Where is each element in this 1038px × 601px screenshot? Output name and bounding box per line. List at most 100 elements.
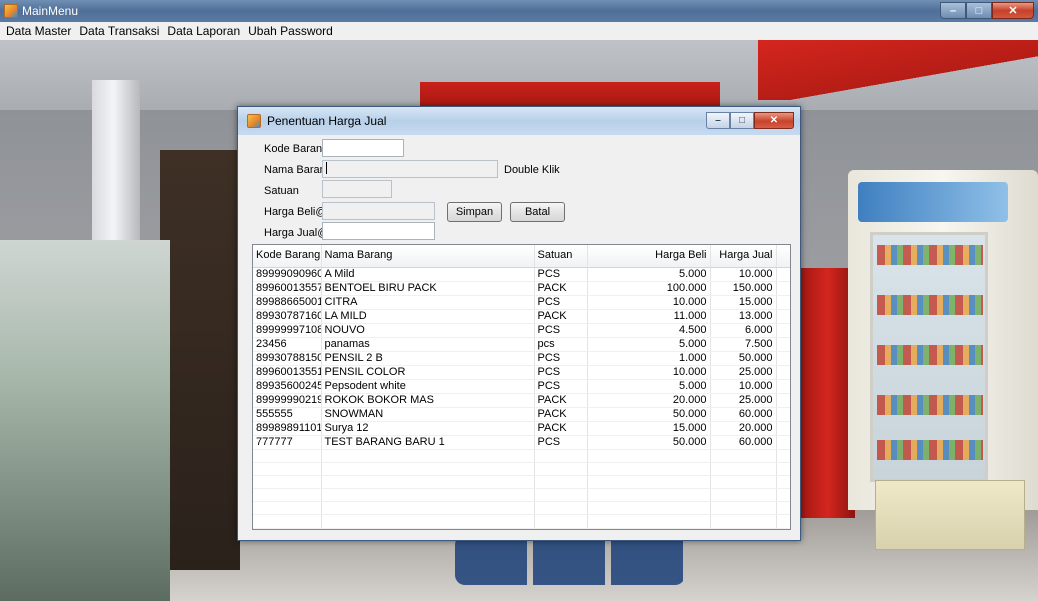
menu-ubah-password[interactable]: Ubah Password: [244, 24, 337, 38]
scene-fridge-row: [877, 295, 983, 315]
empty-cell: [587, 514, 711, 529]
table-row[interactable]: 8999999021986ROKOK BOKOR MASPACK20.00025…: [253, 393, 790, 408]
menu-data-transaksi[interactable]: Data Transaksi: [75, 24, 163, 38]
harga-jual-grid[interactable]: Kode Barang Nama Barang Satuan Harga Bel…: [252, 244, 791, 530]
empty-table-row: [253, 514, 790, 529]
column-header-harga-jual[interactable]: Harga Jual: [710, 245, 777, 268]
cell-kode-barang: 8993560024550: [253, 379, 322, 394]
table-row[interactable]: 8996001355756BENTOEL BIRU PACKPACK100.00…: [253, 281, 790, 296]
cell-harga-jual: 60.000: [710, 435, 777, 450]
empty-cell: [776, 475, 790, 490]
cell-nama-barang: NOUVO: [321, 323, 535, 338]
table-row[interactable]: 8996001355176PENSIL COLORPCS10.00025.000: [253, 365, 790, 380]
cell-kode-barang: 8999999021986: [253, 393, 322, 408]
table-row[interactable]: 8993560024550Pepsodent whitePCS5.00010.0…: [253, 379, 790, 394]
batal-button[interactable]: Batal: [510, 202, 565, 222]
table-row[interactable]: 8998989110129Surya 12PACK15.00020.000: [253, 421, 790, 436]
maximize-icon[interactable]: □: [966, 2, 992, 19]
table-row[interactable]: 8993078716008LA MILDPACK11.00013.000: [253, 309, 790, 324]
cell-harga-beli: 20.000: [587, 393, 711, 408]
cell-filler: [776, 365, 790, 380]
app-icon: [247, 114, 261, 128]
scene-fridge-row: [877, 345, 983, 365]
cell-satuan: PCS: [534, 365, 588, 380]
menu-bar: Data Master Data Transaksi Data Laporan …: [0, 22, 1038, 40]
minimize-icon[interactable]: –: [940, 2, 966, 19]
scene-left-shelf: [0, 240, 170, 601]
empty-table-row: [253, 475, 790, 490]
harga-beli-input[interactable]: [322, 202, 435, 220]
maximize-icon[interactable]: □: [730, 112, 754, 129]
cell-satuan: PCS: [534, 267, 588, 282]
cell-nama-barang: TEST BARANG BARU 1: [321, 435, 535, 450]
cell-filler: [776, 407, 790, 422]
table-row[interactable]: 777777 TEST BARANG BARU 1 PCS 50.000 60.000: [253, 435, 790, 450]
empty-cell: [710, 488, 777, 503]
cell-filler: [776, 295, 790, 310]
empty-cell: [587, 449, 711, 463]
empty-cell: [534, 514, 588, 529]
table-row[interactable]: 23456 panamas pcs 5.000 7.500: [253, 337, 790, 352]
table-row[interactable]: 8999909096004A MildPCS5.00010.000: [253, 267, 790, 282]
table-row[interactable]: 8998866500180CITRAPCS10.00015.000: [253, 295, 790, 310]
cell-harga-beli: 15.000: [587, 421, 711, 436]
cell-harga-jual: 10.000: [710, 379, 777, 394]
harga-jual-input[interactable]: [322, 222, 435, 240]
penentuan-harga-jual-dialog: Penentuan Harga Jual – □ ✕ Kode Barang N…: [237, 106, 801, 541]
minimize-icon[interactable]: –: [706, 112, 730, 129]
cell-filler: [776, 323, 790, 338]
empty-cell: [253, 462, 322, 476]
cell-kode-barang: 8996001355756: [253, 281, 322, 296]
app-icon: [4, 4, 18, 18]
empty-cell: [710, 501, 777, 516]
double-klik-hint: Double Klik: [504, 164, 560, 176]
column-header-nama-barang[interactable]: Nama Barang: [321, 245, 535, 268]
nama-barang-input[interactable]: [322, 160, 498, 178]
column-header-satuan[interactable]: Satuan: [534, 245, 588, 268]
close-icon[interactable]: ✕: [754, 112, 794, 129]
cell-filler: [776, 421, 790, 436]
menu-data-master[interactable]: Data Master: [2, 24, 75, 38]
cell-harga-beli: 5.000: [587, 379, 711, 394]
table-row[interactable]: 555555 SNOWMAN PACK 50.000 60.000: [253, 407, 790, 422]
cell-nama-barang: A Mild: [321, 267, 535, 282]
empty-cell: [321, 475, 535, 490]
scene-fridge-row: [877, 395, 983, 415]
dialog-title: Penentuan Harga Jual: [267, 114, 387, 128]
main-window-titlebar: MainMenu – □ ✕: [0, 0, 1038, 22]
empty-cell: [710, 462, 777, 476]
column-header-harga-beli[interactable]: Harga Beli: [587, 245, 711, 268]
empty-cell: [776, 462, 790, 476]
cell-filler: [776, 267, 790, 282]
simpan-button[interactable]: Simpan: [447, 202, 502, 222]
cell-nama-barang: SNOWMAN: [321, 407, 535, 422]
main-window-controls: – □ ✕: [940, 2, 1034, 19]
cell-harga-jual: 60.000: [710, 407, 777, 422]
column-header-kode-barang[interactable]: Kode Barang: [253, 245, 322, 268]
cell-kode-barang: 555555: [253, 407, 322, 422]
cell-kode-barang: 8999999710866: [253, 323, 322, 338]
empty-cell: [710, 475, 777, 490]
satuan-input[interactable]: [322, 180, 392, 198]
empty-table-row: [253, 488, 790, 503]
kode-barang-input[interactable]: [322, 139, 404, 157]
close-icon[interactable]: ✕: [992, 2, 1034, 19]
cell-kode-barang: 8998866500180: [253, 295, 322, 310]
cell-filler: [776, 309, 790, 324]
empty-cell: [587, 462, 711, 476]
menu-data-laporan[interactable]: Data Laporan: [163, 24, 244, 38]
empty-cell: [321, 449, 535, 463]
cell-nama-barang: Surya 12: [321, 421, 535, 436]
cell-kode-barang: 23456: [253, 337, 322, 352]
cell-harga-beli: 5.000: [587, 337, 711, 352]
table-row[interactable]: 8999999710866NOUVOPCS4.5006.000: [253, 323, 790, 338]
scene-fridge-row: [877, 245, 983, 265]
cell-harga-jual: 13.000: [710, 309, 777, 324]
cell-satuan: PCS: [534, 435, 588, 450]
cell-harga-jual: 25.000: [710, 365, 777, 380]
empty-cell: [587, 488, 711, 503]
cell-harga-jual: 10.000: [710, 267, 777, 282]
table-row[interactable]: 8993078815015PENSIL 2 BPCS1.00050.000: [253, 351, 790, 366]
cell-harga-beli: 1.000: [587, 351, 711, 366]
empty-cell: [321, 514, 535, 529]
